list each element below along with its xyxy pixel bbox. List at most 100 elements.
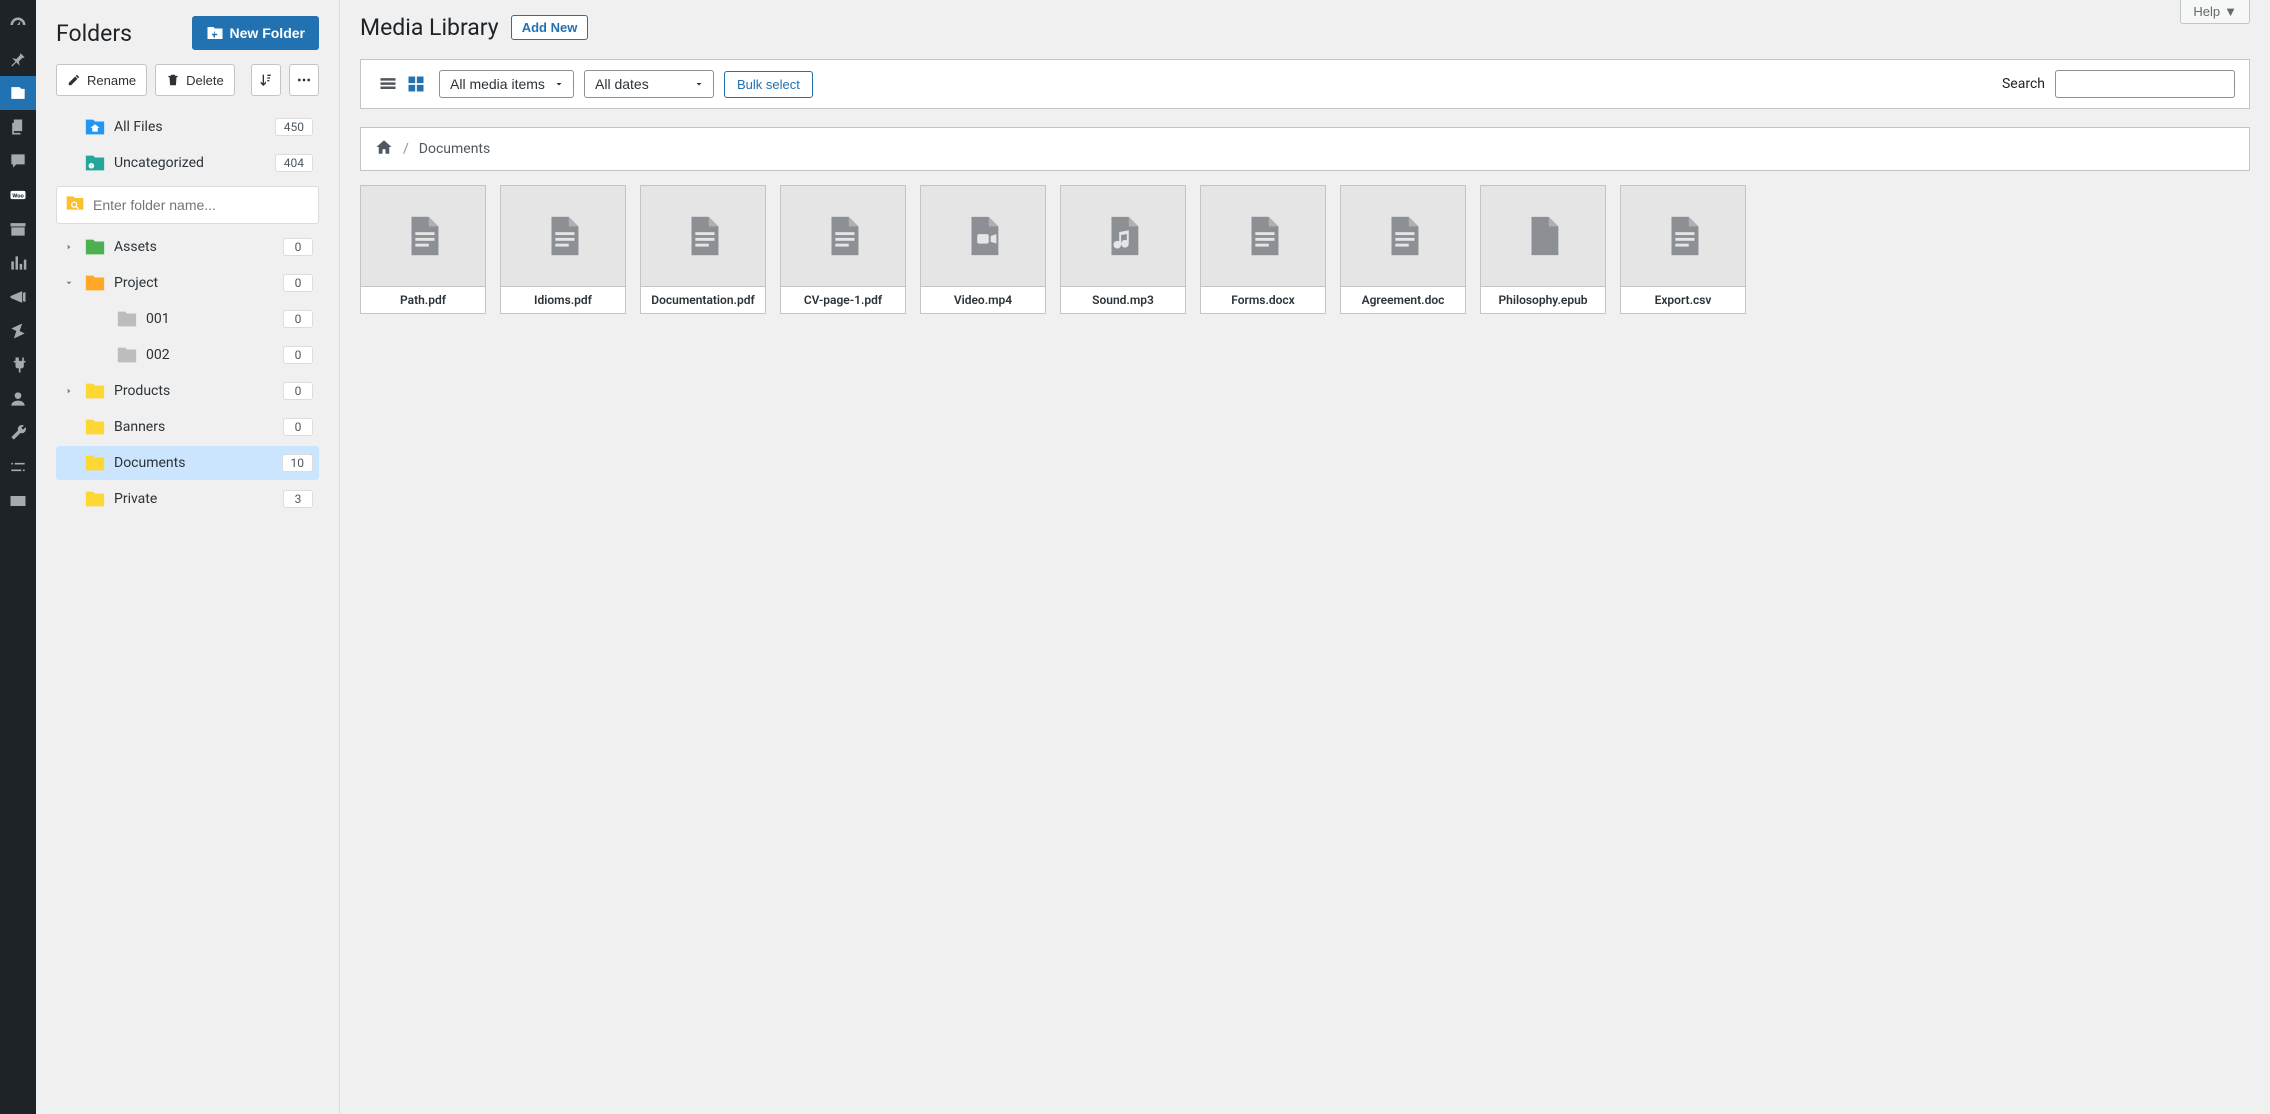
folder-label: 001 xyxy=(146,311,275,327)
folder-icon xyxy=(84,272,106,294)
chevron-right-icon[interactable] xyxy=(62,386,76,396)
nav-tools[interactable] xyxy=(0,416,36,450)
file-name: Agreement.doc xyxy=(1341,286,1465,313)
new-folder-button[interactable]: New Folder xyxy=(192,16,319,50)
media-grid: Path.pdf Idioms.pdf Documentation.pdf CV… xyxy=(360,185,2250,314)
view-list-button[interactable] xyxy=(375,71,401,97)
nav-dashboard[interactable] xyxy=(0,8,36,42)
folder-002[interactable]: 002 0 xyxy=(56,338,319,372)
folder-label: Uncategorized xyxy=(114,155,267,171)
folder-icon xyxy=(84,416,106,438)
nav-woo[interactable]: Woo xyxy=(0,178,36,212)
help-label: Help xyxy=(2193,4,2220,19)
nav-users[interactable] xyxy=(0,382,36,416)
media-tile[interactable]: Agreement.doc xyxy=(1340,185,1466,314)
file-thumb xyxy=(1621,186,1745,286)
nav-media[interactable] xyxy=(0,76,36,110)
folder-all-files[interactable]: All Files 450 xyxy=(56,110,319,144)
nav-settings[interactable] xyxy=(0,450,36,484)
view-grid-button[interactable] xyxy=(403,71,429,97)
nav-archive[interactable] xyxy=(0,212,36,246)
file-thumb xyxy=(1201,186,1325,286)
folder-search-input[interactable] xyxy=(93,197,310,213)
chevron-right-icon[interactable] xyxy=(62,242,76,252)
folder-icon xyxy=(116,344,138,366)
folder-icon xyxy=(84,452,106,474)
media-tile[interactable]: Export.csv xyxy=(1620,185,1746,314)
file-name: Sound.mp3 xyxy=(1061,286,1185,313)
media-tile[interactable]: Video.mp4 xyxy=(920,185,1046,314)
svg-text:!: ! xyxy=(91,164,92,170)
dates-select[interactable]: All dates xyxy=(584,70,714,98)
bulk-select-button[interactable]: Bulk select xyxy=(724,71,813,98)
folder-uncategorized[interactable]: ! Uncategorized 404 xyxy=(56,146,319,180)
nav-stats[interactable] xyxy=(0,246,36,280)
add-new-button[interactable]: Add New xyxy=(511,15,589,40)
file-name: Path.pdf xyxy=(361,286,485,313)
nav-pages[interactable] xyxy=(0,110,36,144)
folder-count: 0 xyxy=(283,382,313,400)
folder-project[interactable]: Project 0 xyxy=(56,266,319,300)
folder-private[interactable]: Private 3 xyxy=(56,482,319,516)
media-tile[interactable]: Forms.docx xyxy=(1200,185,1326,314)
nav-comments[interactable] xyxy=(0,144,36,178)
media-tile[interactable]: CV-page-1.pdf xyxy=(780,185,906,314)
folder-label: 002 xyxy=(146,347,275,363)
sort-button[interactable] xyxy=(251,64,281,96)
media-tile[interactable]: Documentation.pdf xyxy=(640,185,766,314)
folder-label: Project xyxy=(114,275,275,291)
breadcrumb-separator: / xyxy=(403,141,409,157)
file-thumb xyxy=(1481,186,1605,286)
folder-count: 404 xyxy=(275,154,313,172)
folder-assets[interactable]: Assets 0 xyxy=(56,230,319,264)
home-folder-icon xyxy=(84,116,106,138)
uncategorized-folder-icon: ! xyxy=(84,152,106,174)
caret-down-icon: ▼ xyxy=(2224,4,2237,19)
more-button[interactable] xyxy=(289,64,319,96)
folder-label: Banners xyxy=(114,419,275,435)
nav-pin[interactable] xyxy=(0,42,36,76)
file-thumb xyxy=(641,186,765,286)
nav-plugins[interactable] xyxy=(0,348,36,382)
folder-search[interactable] xyxy=(56,186,319,224)
folder-count: 0 xyxy=(283,418,313,436)
media-tile[interactable]: Idioms.pdf xyxy=(500,185,626,314)
folder-icon xyxy=(84,380,106,402)
help-button[interactable]: Help ▼ xyxy=(2180,0,2250,24)
folder-label: Private xyxy=(114,491,275,507)
folder-banners[interactable]: Banners 0 xyxy=(56,410,319,444)
folders-panel: Folders New Folder Rename Delete xyxy=(36,0,340,1114)
media-type-select[interactable]: All media items xyxy=(439,70,574,98)
folder-count: 3 xyxy=(283,490,313,508)
media-tile[interactable]: Path.pdf xyxy=(360,185,486,314)
nav-appearance[interactable] xyxy=(0,314,36,348)
folder-count: 0 xyxy=(283,238,313,256)
folder-001[interactable]: 001 0 xyxy=(56,302,319,336)
rename-button[interactable]: Rename xyxy=(56,64,147,96)
folder-icon xyxy=(84,488,106,510)
svg-text:Woo: Woo xyxy=(12,194,24,200)
delete-button[interactable]: Delete xyxy=(155,64,235,96)
folder-count: 0 xyxy=(283,346,313,364)
file-name: Philosophy.epub xyxy=(1481,286,1605,313)
folder-count: 0 xyxy=(283,274,313,292)
folders-title: Folders xyxy=(56,20,132,47)
media-tile[interactable]: Philosophy.epub xyxy=(1480,185,1606,314)
file-name: Documentation.pdf xyxy=(641,286,765,313)
new-folder-label: New Folder xyxy=(230,25,305,41)
folder-documents[interactable]: Documents 10 xyxy=(56,446,319,480)
folder-products[interactable]: Products 0 xyxy=(56,374,319,408)
search-input[interactable] xyxy=(2055,70,2235,98)
file-thumb xyxy=(361,186,485,286)
folder-label: Assets xyxy=(114,239,275,255)
home-icon[interactable] xyxy=(375,138,393,160)
chevron-down-icon[interactable] xyxy=(62,278,76,288)
file-name: Export.csv xyxy=(1621,286,1745,313)
nav-mail[interactable] xyxy=(0,484,36,518)
filter-bar: All media items All dates Bulk select Se… xyxy=(360,59,2250,109)
media-tile[interactable]: Sound.mp3 xyxy=(1060,185,1186,314)
folder-icon xyxy=(116,308,138,330)
nav-marketing[interactable] xyxy=(0,280,36,314)
file-thumb xyxy=(781,186,905,286)
page-title: Media Library xyxy=(360,14,499,41)
